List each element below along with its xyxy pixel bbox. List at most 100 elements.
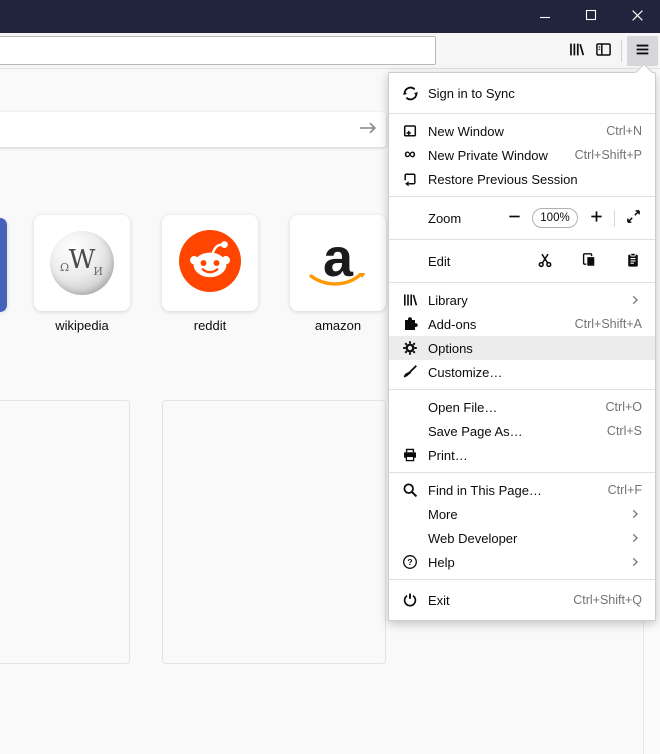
newtab-search-input[interactable]: [0, 122, 350, 138]
menu-item-options[interactable]: Options: [389, 336, 655, 360]
app-menu-button[interactable]: [627, 36, 658, 66]
menu-item-label: New Private Window: [428, 148, 575, 163]
menu-item-label: Web Developer: [428, 531, 626, 546]
maximize-icon: [585, 9, 597, 24]
power-icon: [401, 592, 419, 608]
menu-item-label: More: [428, 507, 626, 522]
menu-item-shortcut: Ctrl+Shift+A: [575, 317, 642, 331]
menu-item-save-page-as[interactable]: Save Page As… Ctrl+S: [389, 419, 655, 443]
library-button[interactable]: [561, 36, 591, 66]
highlight-card: [162, 400, 386, 664]
cut-button[interactable]: [536, 251, 554, 271]
tile-label: wikipedia: [34, 318, 130, 333]
search-submit-button[interactable]: [350, 112, 386, 147]
library-icon: [401, 292, 419, 308]
tile-amazon[interactable]: a: [290, 215, 386, 311]
printer-icon: [401, 447, 419, 463]
search-icon: [401, 482, 419, 498]
fullscreen-icon: [626, 209, 641, 227]
menu-item-customize[interactable]: Customize…: [389, 360, 655, 384]
zoom-level-button[interactable]: 100%: [532, 208, 578, 228]
sidebar-icon: [595, 41, 612, 61]
close-button[interactable]: [614, 0, 660, 33]
close-icon: [631, 9, 644, 25]
menu-item-new-window[interactable]: New Window Ctrl+N: [389, 119, 655, 143]
copy-button[interactable]: [580, 251, 598, 271]
chevron-right-icon: [626, 293, 642, 307]
wikipedia-glyph-i: И: [93, 265, 103, 278]
menu-item-library[interactable]: Library: [389, 288, 655, 312]
highlight-card: [0, 400, 130, 664]
app-menu-popup: Sign in to Sync New Window Ctrl+N ∞ New …: [388, 72, 656, 621]
menu-item-find-in-this-page[interactable]: Find in This Page… Ctrl+F: [389, 478, 655, 502]
menu-item-label: Add-ons: [428, 317, 575, 332]
zoom-controls-divider: [614, 210, 615, 227]
minimize-button[interactable]: [522, 0, 568, 33]
tile-reddit[interactable]: [162, 215, 258, 311]
menu-item-label: Print…: [428, 448, 642, 463]
chevron-right-icon: [626, 507, 642, 521]
paintbrush-icon: [401, 364, 419, 380]
menu-item-label: Edit: [428, 254, 536, 269]
menu-item-sign-in-to-sync[interactable]: Sign in to Sync: [389, 78, 655, 108]
chevron-right-icon: [626, 531, 642, 545]
menu-item-exit[interactable]: Exit Ctrl+Shift+Q: [389, 585, 655, 615]
menu-item-label: New Window: [428, 124, 606, 139]
menu-item-shortcut: Ctrl+Shift+Q: [573, 593, 642, 607]
menu-item-restore-previous-session[interactable]: Restore Previous Session: [389, 167, 655, 191]
library-icon: [568, 41, 585, 61]
menu-item-zoom: Zoom 100%: [389, 202, 655, 234]
menu-item-shortcut: Ctrl+N: [606, 124, 642, 138]
sync-icon: [401, 85, 419, 102]
clipboard-paste-icon: [625, 252, 641, 271]
hamburger-icon: [634, 41, 651, 61]
minimize-icon: [539, 9, 551, 24]
amazon-logo-icon: a: [306, 231, 370, 295]
menu-item-label: Zoom: [428, 211, 505, 226]
toolbar-divider: [621, 40, 622, 62]
help-icon: ?: [401, 554, 419, 570]
maximize-button[interactable]: [568, 0, 614, 33]
menu-item-open-file[interactable]: Open File… Ctrl+O: [389, 395, 655, 419]
menu-item-label: Library: [428, 293, 626, 308]
menu-item-label: Open File…: [428, 400, 606, 415]
menu-item-edit: Edit: [389, 245, 655, 277]
menu-item-print[interactable]: Print…: [389, 443, 655, 467]
menu-item-shortcut: Ctrl+O: [606, 400, 642, 414]
url-bar[interactable]: [0, 36, 436, 65]
menu-item-new-private-window[interactable]: ∞ New Private Window Ctrl+Shift+P: [389, 143, 655, 167]
tile-label: reddit: [162, 318, 258, 333]
zoom-out-button[interactable]: [505, 208, 523, 228]
wikipedia-globe-icon: W Ω И: [50, 231, 114, 295]
chevron-right-icon: [626, 555, 642, 569]
menu-item-add-ons[interactable]: Add-ons Ctrl+Shift+A: [389, 312, 655, 336]
menu-item-shortcut: Ctrl+F: [608, 483, 642, 497]
tile-wikipedia[interactable]: W Ω И: [34, 215, 130, 311]
menu-item-label: Find in This Page…: [428, 483, 608, 498]
restore-session-icon: [401, 171, 419, 187]
plus-icon: [589, 209, 604, 227]
paste-button[interactable]: [624, 251, 642, 271]
menu-item-label: Exit: [428, 593, 573, 608]
menu-item-label: Save Page As…: [428, 424, 607, 439]
tile-label: amazon: [290, 318, 386, 333]
zoom-in-button[interactable]: [587, 208, 605, 228]
menu-item-more[interactable]: More: [389, 502, 655, 526]
scissors-icon: [537, 252, 553, 271]
menu-item-web-developer[interactable]: Web Developer: [389, 526, 655, 550]
sidebar-button[interactable]: [588, 36, 618, 66]
reddit-logo-icon: [179, 230, 241, 297]
titlebar: [0, 0, 660, 33]
fullscreen-button[interactable]: [624, 208, 642, 228]
menu-item-shortcut: Ctrl+Shift+P: [575, 148, 642, 162]
newtab-search-bar: [0, 112, 386, 147]
menu-item-help[interactable]: ? Help: [389, 550, 655, 574]
menu-item-label: Sign in to Sync: [428, 86, 642, 101]
tile-partial-offscreen[interactable]: [0, 218, 7, 312]
menu-item-label: Options: [428, 341, 642, 356]
menu-item-label: Help: [428, 555, 626, 570]
wikipedia-glyph-omega: Ω: [60, 261, 69, 274]
menu-item-shortcut: Ctrl+S: [607, 424, 642, 438]
new-window-icon: [401, 123, 419, 139]
menu-item-label: Restore Previous Session: [428, 172, 642, 187]
